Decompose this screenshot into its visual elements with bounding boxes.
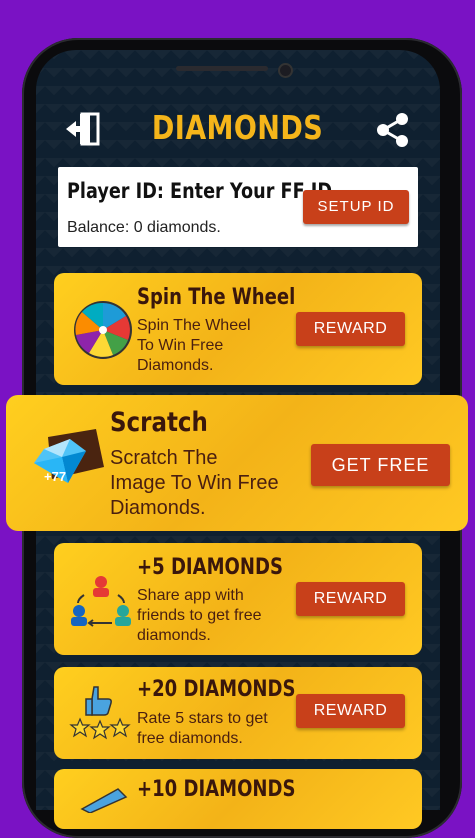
setup-id-button[interactable]: SETUP ID [303,190,409,224]
card-title: Scratch [110,407,208,438]
card-description: Rate 5 stars to get free diamonds. [137,710,268,747]
scratch-badge: +77 [44,469,67,484]
card-scratch[interactable]: +77 Scratch Scratch The Image To Win Fre… [6,395,468,531]
card-description: Spin The Wheel To Win Free Diamonds. [137,317,251,374]
share-friends-icon [70,573,132,636]
card-title: +5 DIAMONDS [137,555,283,580]
card-share-app[interactable]: +5 DIAMONDS Share app with friends to ge… [54,543,422,655]
card-description: Share app with friends to get free diamo… [137,587,262,644]
player-card: Player ID: Enter Your FF ID Balance: 0 d… [58,167,418,247]
card-plus-ten[interactable]: +10 DIAMONDS [54,769,422,829]
card-title: +20 DIAMONDS [137,677,296,702]
spin-wheel-icon [72,299,134,366]
card-title: +10 DIAMONDS [137,777,296,802]
reward-button[interactable]: REWARD [296,312,405,346]
player-id-label: Player ID: Enter Your FF ID [67,179,333,203]
balance-text: Balance: 0 diamonds. [67,219,221,236]
speaker [176,66,268,71]
front-camera [278,63,293,78]
scratch-diamond-icon: +77 [26,429,108,496]
card-rate-app[interactable]: +20 DIAMONDS Rate 5 stars to get free di… [54,667,422,759]
reward-button[interactable]: REWARD [296,694,405,728]
card-title: Spin The Wheel [137,285,296,310]
card-description: Scratch The Image To Win Free Diamonds. [110,447,279,519]
thumbs-up-stars-icon [68,681,132,750]
diamond-icon [68,783,132,818]
card-spin-wheel[interactable]: Spin The Wheel Spin The Wheel To Win Fre… [54,273,422,385]
reward-button[interactable]: REWARD [296,582,405,616]
share-icon[interactable] [375,112,411,148]
get-free-button[interactable]: GET FREE [311,444,450,486]
page-title: DIAMONDS [151,108,324,147]
